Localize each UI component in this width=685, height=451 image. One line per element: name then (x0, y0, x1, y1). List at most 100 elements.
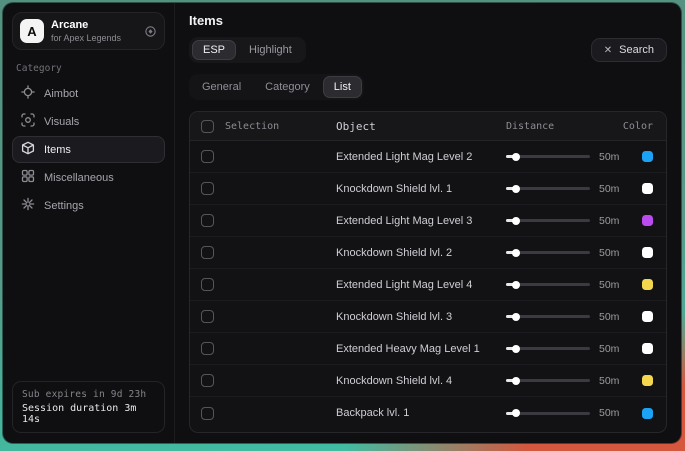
distance-slider[interactable] (506, 219, 590, 222)
table-body: Extended Light Mag Level 2 50m Knockdown… (190, 141, 666, 432)
items-table: Selection Object Distance Color Extended… (189, 111, 667, 433)
distance-value: 50m (599, 215, 619, 227)
distance-slider[interactable] (506, 315, 590, 318)
row-distance-cell: 50m (506, 215, 628, 227)
tab-list[interactable]: List (323, 76, 362, 98)
column-header-object: Object (336, 120, 506, 133)
row-checkbox[interactable] (201, 342, 214, 355)
row-checkbox[interactable] (201, 214, 214, 227)
column-header-color: Color (623, 121, 653, 132)
row-distance-cell: 50m (506, 375, 628, 387)
sidebar-item-settings[interactable]: Settings (12, 192, 165, 219)
row-distance-cell: 50m (506, 311, 628, 323)
color-swatch[interactable] (642, 279, 653, 290)
app-window: A Arcane for Apex Legends Category (3, 3, 681, 443)
row-selection-cell (190, 278, 336, 291)
sidebar: A Arcane for Apex Legends Category (3, 3, 175, 443)
slider-handle[interactable] (512, 281, 520, 289)
distance-value: 50m (599, 343, 619, 355)
slider-handle[interactable] (512, 313, 520, 321)
app-title: Arcane (51, 19, 121, 32)
row-checkbox[interactable] (201, 374, 214, 387)
row-color-cell (628, 247, 666, 258)
tab-general[interactable]: General (191, 76, 252, 98)
search-button[interactable]: ✕ Search (591, 38, 667, 62)
object-label: Extended Light Mag Level 2 (336, 151, 506, 163)
sidebar-item-label: Miscellaneous (44, 172, 114, 184)
crosshair-icon (21, 85, 35, 102)
sidebar-item-miscellaneous[interactable]: Miscellaneous (12, 164, 165, 191)
column-header-distance: Distance (506, 121, 554, 132)
color-swatch[interactable] (642, 215, 653, 226)
object-label: Knockdown Shield lvl. 1 (336, 183, 506, 195)
table-row: Knockdown Shield lvl. 2 50m (190, 237, 666, 269)
color-swatch[interactable] (642, 408, 653, 419)
distance-slider[interactable] (506, 347, 590, 350)
slider-handle[interactable] (512, 377, 520, 385)
sidebar-item-visuals[interactable]: Visuals (12, 108, 165, 135)
row-selection-cell (190, 182, 336, 195)
table-row: Backpack lvl. 1 50m (190, 397, 666, 429)
row-checkbox[interactable] (201, 246, 214, 259)
color-swatch[interactable] (642, 375, 653, 386)
distance-value: 50m (599, 247, 619, 259)
object-label: Extended Heavy Mag Level 1 (336, 343, 506, 355)
sidebar-item-items[interactable]: Items (12, 136, 165, 163)
row-checkbox[interactable] (201, 278, 214, 291)
distance-slider[interactable] (506, 187, 590, 190)
distance-value: 50m (599, 375, 619, 387)
distance-slider[interactable] (506, 251, 590, 254)
sidebar-item-aimbot[interactable]: Aimbot (12, 80, 165, 107)
distance-slider[interactable] (506, 379, 590, 382)
slider-handle[interactable] (512, 153, 520, 161)
color-swatch[interactable] (642, 183, 653, 194)
row-checkbox[interactable] (201, 407, 214, 420)
row-checkbox[interactable] (201, 182, 214, 195)
grid-icon (21, 169, 35, 186)
row-color-cell (628, 375, 666, 386)
mode-toggle: ESP Highlight (189, 37, 306, 63)
row-distance-cell: 50m (506, 407, 628, 419)
slider-handle[interactable] (512, 249, 520, 257)
color-swatch[interactable] (642, 343, 653, 354)
distance-slider[interactable] (506, 155, 590, 158)
mode-pill-highlight[interactable]: Highlight (238, 40, 303, 60)
slider-handle[interactable] (512, 409, 520, 417)
select-all-checkbox[interactable] (201, 120, 214, 133)
row-checkbox[interactable] (201, 150, 214, 163)
color-swatch[interactable] (642, 151, 653, 162)
row-selection-cell (190, 407, 336, 420)
row-color-cell (628, 151, 666, 162)
brand-text: Arcane for Apex Legends (51, 19, 121, 43)
slider-handle[interactable] (512, 185, 520, 193)
row-checkbox[interactable] (201, 310, 214, 323)
close-icon: ✕ (604, 45, 612, 56)
sidebar-item-label: Items (44, 144, 71, 156)
row-selection-cell (190, 150, 336, 163)
distance-slider[interactable] (506, 283, 590, 286)
app-logo: A (20, 19, 44, 43)
tab-category[interactable]: Category (254, 76, 321, 98)
mode-pill-esp[interactable]: ESP (192, 40, 236, 60)
table-row: Extended Heavy Mag Level 1 50m (190, 333, 666, 365)
controls-row: ESP Highlight ✕ Search (189, 37, 667, 63)
column-header-selection: Selection (225, 121, 279, 132)
main-panel: Items ESP Highlight ✕ Search General Cat… (175, 3, 681, 443)
color-swatch[interactable] (642, 311, 653, 322)
session-info-card: Sub expires in 9d 23h Session duration 3… (12, 381, 165, 433)
color-swatch[interactable] (642, 247, 653, 258)
row-color-cell (628, 343, 666, 354)
sidebar-item-label: Visuals (44, 116, 79, 128)
distance-value: 50m (599, 407, 619, 419)
diamond-badge-icon[interactable] (144, 25, 157, 38)
table-row: Extended Light Mag Level 2 50m (190, 141, 666, 173)
sub-expiry-text: Sub expires in 9d 23h (22, 389, 155, 400)
distance-slider[interactable] (506, 412, 590, 415)
row-distance-cell: 50m (506, 183, 628, 195)
slider-handle[interactable] (512, 217, 520, 225)
slider-handle[interactable] (512, 345, 520, 353)
session-duration-text: Session duration 3m 14s (22, 403, 155, 425)
category-section-label: Category (16, 63, 161, 74)
distance-value: 50m (599, 311, 619, 323)
row-selection-cell (190, 214, 336, 227)
